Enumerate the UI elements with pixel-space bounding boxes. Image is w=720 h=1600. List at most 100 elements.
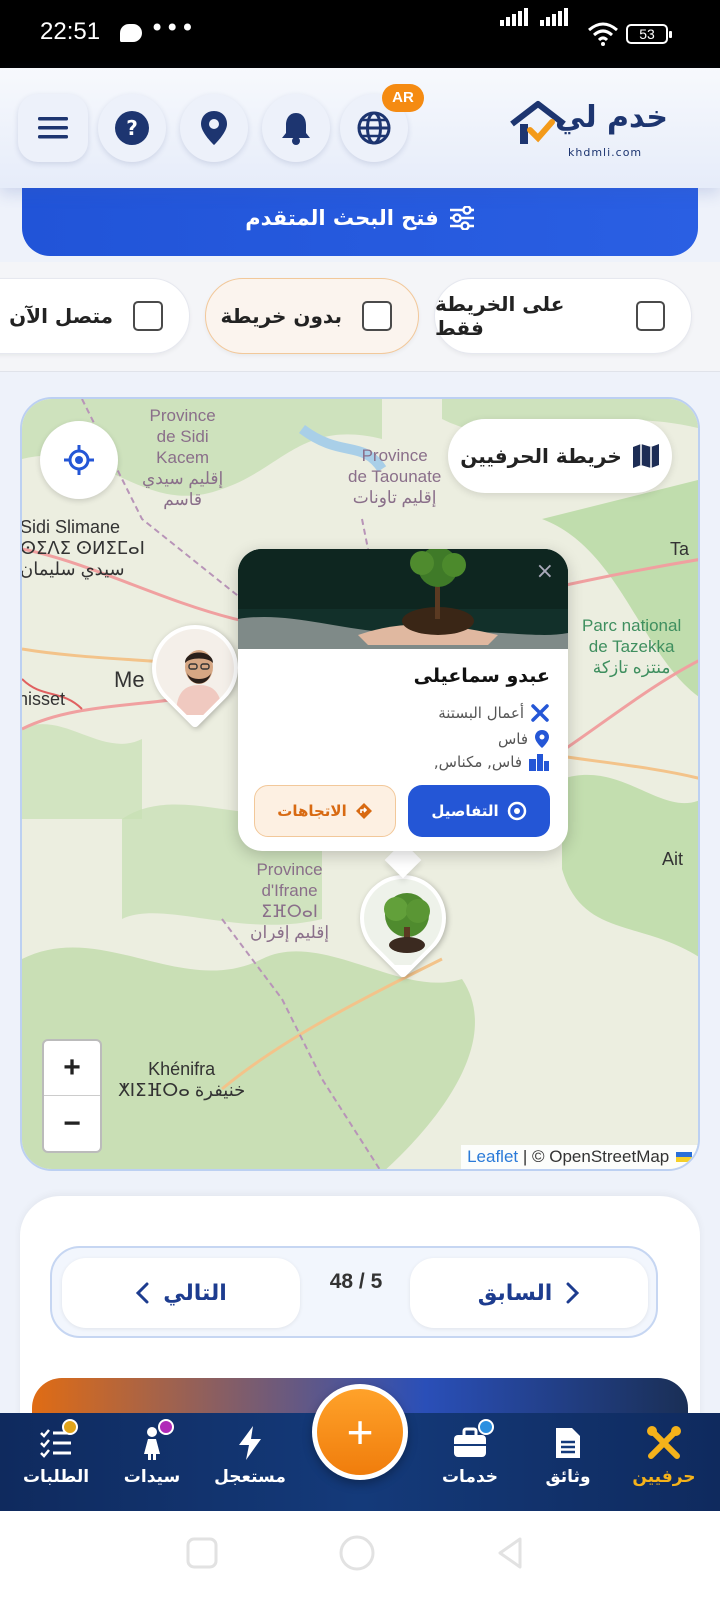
directions-label: الاتجاهات	[277, 802, 347, 820]
map-fold-icon	[632, 444, 659, 468]
craftsman-name: عبدو سماعيلى	[413, 665, 550, 687]
chevron-left-icon	[136, 1282, 149, 1304]
filter-checkbox[interactable]	[635, 301, 665, 331]
app-logo[interactable]: خدم لي khdmli.com	[508, 96, 668, 166]
filter-map-only[interactable]: على الخريطة فقط	[434, 278, 692, 354]
location-pin-icon	[535, 730, 549, 748]
battery-indicator: 53	[626, 24, 672, 44]
document-icon	[556, 1428, 580, 1458]
nav-craftsmen[interactable]: حرفيين	[614, 1421, 714, 1487]
wifi-icon	[588, 22, 618, 46]
map-title: خريطة الحرفيين	[460, 444, 622, 468]
sliders-icon	[449, 206, 474, 230]
filter-label: متصل الآن	[9, 304, 113, 328]
language-badge[interactable]: AR	[382, 84, 424, 112]
chevron-right-icon	[566, 1282, 580, 1304]
city-icon	[529, 754, 549, 771]
craftsmen-map[interactable]: Province de Sidi Kacem إقليم سيدي قاسم Provi…	[20, 397, 700, 1171]
zoom-control: + −	[42, 1039, 102, 1153]
nav-label: خدمات	[441, 1467, 499, 1487]
nav-label: مستعجل	[214, 1467, 286, 1487]
bolt-icon	[239, 1426, 261, 1460]
nav-label: الطلبات	[22, 1467, 90, 1487]
bell-icon	[282, 113, 310, 145]
eye-icon	[507, 801, 526, 821]
nav-women[interactable]: سيدات	[102, 1419, 202, 1487]
avatar	[156, 629, 242, 715]
tools-icon	[647, 1426, 681, 1459]
zoom-in-button[interactable]: +	[44, 1041, 100, 1096]
nav-label: سيدات	[123, 1467, 181, 1487]
craftsman-popup: × عبدو سماعيلى أعمال البستنة فاس فاس, مك…	[238, 549, 568, 851]
page-count: 48 / 5	[329, 1270, 383, 1293]
filter-online-now[interactable]: متصل الآن	[0, 278, 190, 354]
notifications-button[interactable]	[262, 94, 330, 162]
map-label: Province de Sidi Kacem إقليم سيدي قاسم	[142, 406, 224, 509]
add-request-button[interactable]: +	[312, 1384, 408, 1480]
map-label: Province d'Ifrane ⵉⴼⵔⴰⵏ إقليم إفران	[250, 860, 330, 942]
system-navigation-bar	[0, 1511, 720, 1600]
filter-checkbox[interactable]	[133, 301, 163, 331]
locate-me-button[interactable]	[40, 421, 118, 499]
map-label: Parc national de Tazekka منتزه تازكة	[582, 616, 682, 677]
next-page-button[interactable]: التالي	[62, 1258, 300, 1328]
nav-documents[interactable]: وثائق	[518, 1421, 618, 1487]
map-label: Sidi Slimane ⵙⵉⴷⵉ ⵙⵍⵉⵎⴰⵏ سيدي سليمان	[20, 517, 145, 579]
map-label: Me	[114, 667, 145, 692]
map-label: Ait	[662, 849, 684, 869]
tools-icon	[531, 704, 549, 722]
craftsman-city-row: فاس	[498, 729, 550, 749]
back-icon[interactable]	[498, 1537, 522, 1569]
flag-icon	[676, 1152, 692, 1162]
craftsman-area: فاس, مكناس,	[433, 753, 522, 771]
craftsman-area-row: فاس, مكناس,	[434, 753, 550, 771]
location-pin-icon	[201, 111, 227, 145]
recent-apps-icon[interactable]	[186, 1537, 218, 1569]
details-button[interactable]: التفاصيل	[408, 785, 550, 837]
prev-page-label: السابق	[477, 1280, 553, 1306]
directions-icon	[355, 803, 372, 819]
map-label: nisset	[20, 689, 66, 709]
popup-photo: ×	[238, 549, 568, 649]
hamburger-icon	[38, 117, 68, 139]
home-icon[interactable]	[339, 1535, 375, 1571]
directions-button[interactable]: الاتجاهات	[254, 785, 396, 837]
details-label: التفاصيل	[431, 802, 499, 820]
menu-button[interactable]	[18, 94, 88, 162]
crosshair-icon	[64, 445, 94, 475]
nav-services[interactable]: خدمات	[420, 1419, 520, 1487]
status-time: 22:51	[40, 18, 101, 45]
help-icon: ?	[115, 111, 149, 145]
advanced-search-label: فتح البحث المتقدم	[245, 206, 439, 230]
filter-label: على الخريطة فقط	[435, 292, 565, 340]
marker-photo	[364, 879, 450, 965]
more-notifications-icon: •••	[150, 14, 196, 42]
map-attribution: Leaflet | © OpenStreetMap	[461, 1145, 698, 1169]
zoom-out-button[interactable]: −	[44, 1096, 100, 1151]
location-button[interactable]	[180, 94, 248, 162]
map-label: Province de Taounate إقليم تاونات	[348, 446, 442, 507]
craftsman-service-row: أعمال البستنة	[438, 703, 550, 723]
filter-bar: على الخريطة فقط بدون خريطة متصل الآن	[0, 262, 720, 372]
help-button[interactable]: ?	[98, 94, 166, 162]
nav-urgent[interactable]: مستعجل	[200, 1421, 300, 1487]
popup-close-button[interactable]: ×	[536, 559, 554, 584]
nav-orders[interactable]: الطلبات	[6, 1419, 106, 1487]
globe-icon	[357, 111, 391, 145]
nav-label: وثائق	[545, 1467, 591, 1487]
status-bar: 22:51 ••• 53	[0, 0, 720, 68]
app-header: ? AR خدم لي khdmli.com	[0, 68, 720, 188]
map-title-pill: خريطة الحرفيين	[448, 419, 672, 493]
osm-credit: | © OpenStreetMap	[518, 1147, 670, 1166]
leaflet-link[interactable]: Leaflet	[467, 1147, 518, 1166]
map-label: Ta	[670, 539, 690, 559]
filter-no-map[interactable]: بدون خريطة	[205, 278, 419, 354]
map-label: Khénifra ⵅⵏⵉⴼⵔⴰ خنيفرة	[118, 1059, 246, 1100]
brand-name: خدم لي	[555, 100, 668, 135]
brand-domain: khdmli.com	[568, 146, 643, 159]
pagination: التالي 48 / 5 السابق	[50, 1246, 658, 1338]
prev-page-button[interactable]: السابق	[410, 1258, 648, 1328]
filter-checkbox[interactable]	[362, 301, 392, 331]
filter-label: بدون خريطة	[220, 304, 342, 328]
svg-text:?: ?	[126, 116, 138, 140]
